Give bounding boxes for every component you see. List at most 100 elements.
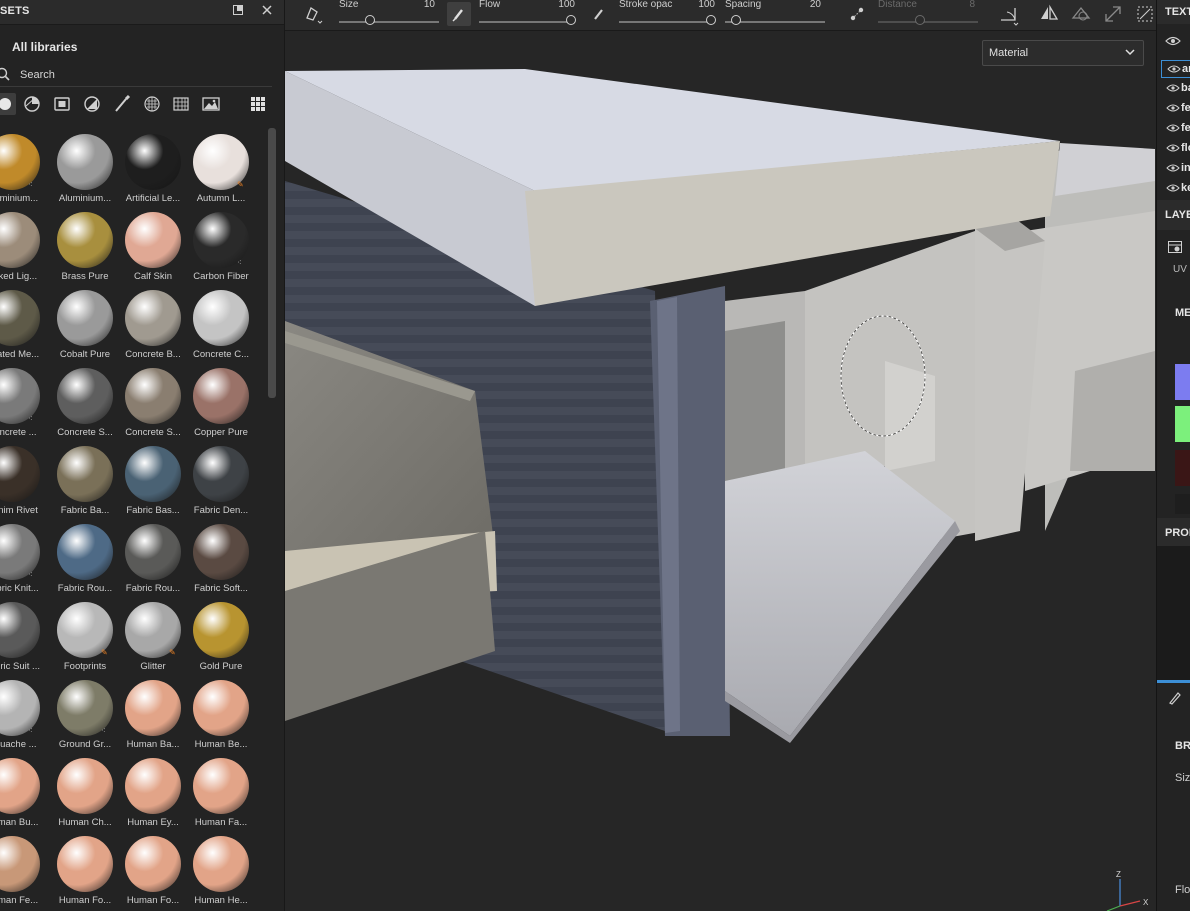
roughness-color-swatch[interactable] xyxy=(1175,450,1190,486)
eye-icon[interactable] xyxy=(1166,83,1180,96)
texture-set-item[interactable]: ba xyxy=(1161,80,1190,98)
eye-icon[interactable] xyxy=(1167,64,1181,77)
texture-set-item[interactable]: ke xyxy=(1161,180,1190,198)
lazy-mouse-icon[interactable] xyxy=(845,2,869,26)
assets-scrollbar[interactable] xyxy=(268,128,276,398)
stroke-opacity-slider[interactable] xyxy=(619,21,715,23)
transform-icon[interactable] xyxy=(1101,2,1125,26)
material-tile[interactable]: Denim Rivet xyxy=(0,438,46,516)
size-value[interactable]: 10 xyxy=(405,0,435,10)
material-tile[interactable]: Human Bu... xyxy=(0,750,46,828)
eye-icon[interactable] xyxy=(1166,103,1180,116)
eye-icon[interactable] xyxy=(1166,183,1180,196)
material-tile[interactable]: Human Be... xyxy=(187,672,255,750)
flow-slider[interactable] xyxy=(479,21,575,23)
material-tile[interactable]: Concrete S... xyxy=(51,360,119,438)
smart-material-filter-icon[interactable] xyxy=(21,93,43,115)
spacing-slider-handle[interactable] xyxy=(731,15,741,25)
material-tile[interactable]: Fabric Soft... xyxy=(187,516,255,594)
material-tile[interactable]: Human Fo... xyxy=(119,828,187,906)
material-tile[interactable]: Fabric Rou... xyxy=(51,516,119,594)
base-color-swatch[interactable] xyxy=(1175,364,1190,400)
material-tile[interactable]: Human Ey... xyxy=(119,750,187,828)
undock-icon[interactable] xyxy=(230,4,246,20)
material-tile[interactable]: Copper Pure xyxy=(187,360,255,438)
eye-icon[interactable] xyxy=(1166,123,1180,136)
texture-set-item[interactable]: flo xyxy=(1161,140,1190,158)
material-tile[interactable]: Fabric Den... xyxy=(187,438,255,516)
symmetry-icon[interactable] xyxy=(1037,2,1061,26)
3d-viewport[interactable]: X Z Material xyxy=(285,31,1155,911)
material-tile[interactable]: ✎ Footprints xyxy=(51,594,119,672)
metal-color-swatch[interactable] xyxy=(1175,494,1190,514)
material-tile[interactable]: Gold Pure xyxy=(187,594,255,672)
texture-set-item[interactable]: fe xyxy=(1161,100,1190,118)
procedural-filter-icon[interactable] xyxy=(170,93,192,115)
add-layer-icon[interactable] xyxy=(1167,239,1183,258)
material-tile[interactable]: Human He... xyxy=(187,828,255,906)
material-tile[interactable]: Artificial Le... xyxy=(119,126,187,204)
material-tile[interactable]: Baked Lig... xyxy=(0,204,46,282)
channel-dropdown[interactable]: Material xyxy=(982,40,1144,66)
stroke-opacity-handle[interactable] xyxy=(706,15,716,25)
grid-view-icon[interactable] xyxy=(247,93,269,115)
occlusion-icon[interactable] xyxy=(1133,2,1157,26)
projection-icon[interactable] xyxy=(1069,2,1093,26)
tool-preset-icon[interactable] xyxy=(301,2,325,26)
material-tile[interactable]: ⁖ Concrete ... xyxy=(0,360,46,438)
material-tile[interactable]: ⁖ Aluminium... xyxy=(0,126,46,204)
search-input[interactable] xyxy=(20,66,260,84)
search-icon xyxy=(0,67,10,84)
material-tile[interactable]: Concrete S... xyxy=(119,360,187,438)
material-tile[interactable]: Fabric Rou... xyxy=(119,516,187,594)
smart-mask-filter-icon[interactable] xyxy=(51,93,73,115)
eye-icon[interactable] xyxy=(1166,163,1180,176)
material-tile[interactable]: ⁖ Fabric Knit... xyxy=(0,516,46,594)
material-tile[interactable]: Coated Me... xyxy=(0,282,46,360)
viewport-scene[interactable]: X Z xyxy=(285,31,1155,911)
spacing-value[interactable]: 20 xyxy=(791,0,821,10)
material-tile[interactable]: ✎ Autumn L... xyxy=(187,126,255,204)
stroke-opacity-value[interactable]: 100 xyxy=(685,0,715,10)
material-tile[interactable]: Calf Skin xyxy=(119,204,187,282)
flow-slider-handle[interactable] xyxy=(566,15,576,25)
material-tile[interactable]: Brass Pure xyxy=(51,204,119,282)
normal-color-swatch[interactable] xyxy=(1175,406,1190,442)
material-tile[interactable]: Concrete B... xyxy=(119,282,187,360)
material-tile[interactable]: ⁖ Ground Gr... xyxy=(51,672,119,750)
material-tile[interactable]: Fabric Bas... xyxy=(119,438,187,516)
texture-set-item[interactable]: ar xyxy=(1161,60,1190,78)
material-tile[interactable]: Human Fo... xyxy=(51,828,119,906)
material-tile[interactable]: Fabric Suit ... xyxy=(0,594,46,672)
material-tile[interactable]: Human Ba... xyxy=(119,672,187,750)
texture-filter-icon[interactable] xyxy=(200,93,222,115)
brush-tab-icon[interactable] xyxy=(1167,690,1183,709)
material-tile[interactable]: Concrete C... xyxy=(187,282,255,360)
library-selector[interactable]: All libraries xyxy=(12,40,77,54)
size-slider[interactable] xyxy=(339,21,439,23)
material-tile[interactable]: ⁖ Carbon Fiber xyxy=(187,204,255,282)
texture-set-item[interactable]: fe xyxy=(1161,120,1190,138)
eye-icon[interactable] xyxy=(1166,143,1180,156)
material-tile[interactable]: Human Fe... xyxy=(0,828,46,906)
filter-effect-icon[interactable] xyxy=(81,93,103,115)
material-filter-icon[interactable] xyxy=(0,93,16,115)
material-tile[interactable]: Cobalt Pure xyxy=(51,282,119,360)
material-tile[interactable]: Human Fa... xyxy=(187,750,255,828)
texture-set-item[interactable]: in xyxy=(1161,160,1190,178)
size-slider-handle[interactable] xyxy=(365,15,375,25)
material-tile[interactable]: Fabric Ba... xyxy=(51,438,119,516)
visibility-toggle-icon[interactable] xyxy=(1165,35,1181,50)
material-tile[interactable]: Aluminium... xyxy=(51,126,119,204)
brush-flow-icon[interactable] xyxy=(447,2,471,26)
close-icon[interactable] xyxy=(259,4,275,20)
brush-filter-icon[interactable] xyxy=(111,93,133,115)
search-bar[interactable] xyxy=(0,64,272,87)
flow-value[interactable]: 100 xyxy=(545,0,575,10)
material-tile[interactable]: ✎ Glitter xyxy=(119,594,187,672)
alignment-icon[interactable] xyxy=(997,2,1021,26)
material-tile[interactable]: Human Ch... xyxy=(51,750,119,828)
alpha-filter-icon[interactable] xyxy=(141,93,163,115)
stroke-opacity-icon[interactable] xyxy=(587,2,611,26)
material-tile[interactable]: ⁖ Gouache ... xyxy=(0,672,46,750)
